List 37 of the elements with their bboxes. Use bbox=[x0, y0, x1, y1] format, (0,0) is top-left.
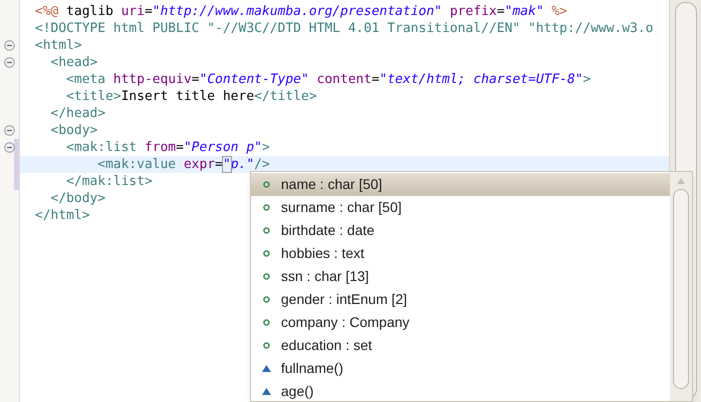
field-icon bbox=[262, 204, 270, 211]
field-icon bbox=[262, 319, 270, 326]
collapse-icon[interactable] bbox=[4, 142, 15, 153]
completion-item[interactable]: surname : char [50] bbox=[251, 196, 670, 219]
field-icon bbox=[262, 273, 270, 280]
collapse-icon[interactable] bbox=[4, 57, 15, 68]
code-line: </head> bbox=[50, 106, 106, 121]
code-line: </mak:list> bbox=[65, 174, 152, 189]
code-line: </html> bbox=[35, 208, 90, 223]
completion-item[interactable]: age() bbox=[251, 380, 670, 401]
field-icon bbox=[262, 342, 270, 349]
code-line: <%@ taglib uri="http://www.makumba.org/presentation" prefix="mak" %> bbox=[35, 4, 568, 19]
field-icon bbox=[262, 227, 270, 234]
field-icon bbox=[262, 296, 270, 303]
collapse-icon[interactable] bbox=[4, 125, 15, 136]
field-icon bbox=[262, 181, 270, 188]
completion-item[interactable]: gender : intEnum [2] bbox=[251, 288, 670, 311]
completion-item[interactable]: name : char [50] bbox=[251, 173, 670, 196]
collapse-icon[interactable] bbox=[4, 40, 15, 51]
completion-item[interactable]: ssn : char [13] bbox=[251, 265, 670, 288]
completion-item[interactable]: education : set bbox=[251, 334, 670, 357]
code-line: </body> bbox=[50, 191, 106, 206]
code-line: <html> bbox=[35, 38, 82, 53]
completion-item[interactable]: fullname() bbox=[251, 357, 670, 380]
code-line: <mak:list from="Person p"> bbox=[65, 140, 270, 155]
code-line: <meta http-equiv="Content-Type" content="text/html; charset=UTF-8"> bbox=[65, 72, 591, 87]
code-line: <head> bbox=[50, 55, 98, 70]
completion-item[interactable]: birthdate : date bbox=[251, 219, 670, 242]
method-icon bbox=[262, 365, 270, 372]
code-line: <title>Insert title here</title> bbox=[65, 89, 317, 104]
method-icon bbox=[262, 388, 270, 395]
code-line: <body> bbox=[50, 123, 98, 138]
completion-item[interactable]: company : Company bbox=[251, 311, 670, 334]
popup-scrollbar[interactable] bbox=[670, 172, 692, 401]
code-line: <!DOCTYPE html PUBLIC "-//W3C//DTD HTML 4.01 Transitional//EN" "http://www.w3.o bbox=[35, 21, 654, 36]
completion-item[interactable]: hobbies : text bbox=[251, 242, 670, 265]
field-icon bbox=[262, 250, 270, 257]
